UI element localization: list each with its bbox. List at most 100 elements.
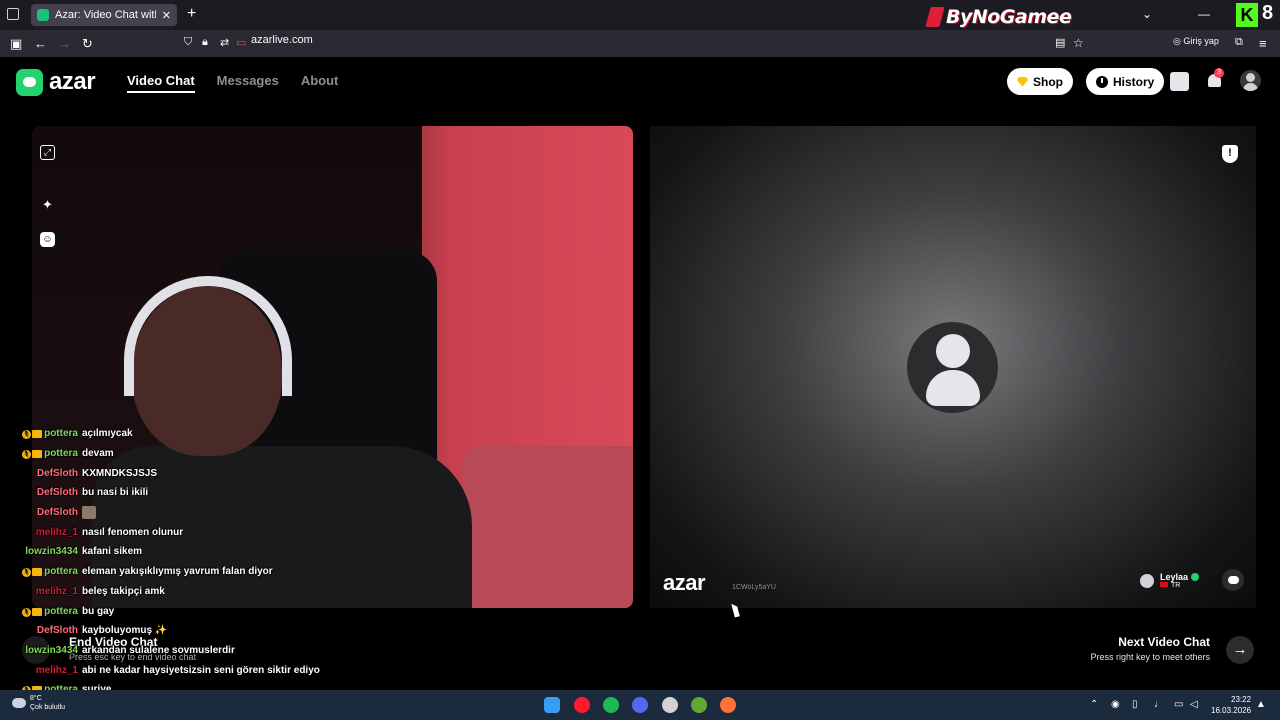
peer-country: TR [1171,582,1181,589]
chat-username-text: DefSloth [36,487,78,499]
reader-view-icon[interactable]: ▤ [1055,36,1065,49]
microphone-icon[interactable]: ♩ [1154,699,1164,710]
azar-logo[interactable]: azar [16,68,96,96]
tray-usb-icon[interactable]: ▯ [1132,699,1138,710]
chat-message: bu gay [82,605,115,617]
lock-icon[interactable]: 🔒︎ [202,36,208,49]
forward-arrow-icon[interactable]: → [58,36,71,51]
chat-username-text: melihz_1 [35,664,78,676]
windows-start-icon[interactable] [544,697,560,713]
history-button[interactable]: History [1086,68,1165,95]
sidebar-toggle-icon[interactable]: ▣ [10,36,22,52]
discord-icon[interactable] [632,697,648,713]
weather-widget[interactable]: 8°C Çok bulutlu [12,694,65,712]
clock-date: 16.03.2026 [1211,706,1252,715]
browser-tab-azar[interactable]: Azar: Video Chat with New ✕ [31,4,177,26]
browser-tab-strip: Azar: Video Chat with New ✕ + ByNoGamee … [0,0,1280,30]
volume-icon[interactable]: ◁ [1190,699,1198,710]
chat-username-text: lowzin3434 [25,644,78,656]
message-button[interactable] [1222,569,1244,591]
new-tab-button[interactable]: + [187,5,196,23]
magic-wand-icon[interactable]: ✦ [40,197,55,212]
network-icon[interactable]: ▭ [1174,699,1183,710]
bookmark-star-icon[interactable]: ☆ [1073,36,1084,50]
chat-username: ! pottera [0,566,82,578]
chat-username: melihz_1 [0,665,82,676]
chat-username-text: pottera [44,428,78,440]
chat-username-text: pottera [44,448,78,460]
chat-username: ! pottera [0,448,82,460]
system-clock[interactable]: 23:22 16.03.2026 [1211,694,1251,716]
shop-label: Shop [1033,74,1063,89]
moderator-badge-icon: ! [22,430,32,440]
subscriber-badge-icon [32,450,43,459]
next-chat-title: Next Video Chat [1118,635,1210,649]
chat-line: lowzin3434 kafani sikem [0,542,360,562]
chat-username-text: melihz_1 [35,585,78,597]
azar-watermark: azar [663,570,706,595]
chat-badges: ! [22,607,43,617]
chat-message: açılmıycak [82,428,133,440]
back-arrow-icon[interactable]: ← [34,36,47,51]
bynogame-mark-icon [925,7,945,27]
nav-video-chat[interactable]: Video Chat [127,73,195,93]
peer-name-row: Leylaa [1160,572,1200,582]
notification-badge: 3 [1214,68,1224,78]
next-arrow-icon[interactable]: → [1226,636,1254,664]
chat-username-text: DefSloth [36,467,78,479]
tab-overflow-chevron-icon[interactable]: ⌄ [1142,7,1152,21]
chat-username-text: pottera [44,566,78,578]
turkey-flag-icon [1160,582,1168,587]
peer-name: Leylaa [1160,572,1189,582]
chat-username: DefSloth [0,468,82,479]
tray-app-icon[interactable]: ◉ [1111,699,1120,710]
chat-message: devam [82,448,114,460]
report-shield-icon[interactable]: ! [1222,145,1238,163]
close-tab-icon[interactable]: ✕ [162,9,171,22]
expand-icon[interactable]: ⤢ [40,145,55,160]
peer-country-row: TR [1160,582,1199,589]
minecraft-icon[interactable] [691,697,707,713]
chat-line: ! pottera bu gay [0,601,360,621]
chat-username: lowzin3434 [0,645,82,656]
nav-about[interactable]: About [301,73,339,93]
bynogame-text-suffix: e [1058,6,1072,28]
bynogame-text: ByNoGame [946,6,1059,28]
bynogame-overlay-logo: ByNoGamee [925,6,1072,28]
chat-line: melihz_1 abi ne kadar haysiyetsizsin seni… [0,660,360,680]
camera-in-use-icon[interactable]: ▭ [236,36,246,49]
azar-favicon-icon [37,9,49,21]
subscriber-badge-icon [32,430,43,439]
cloud-icon [12,698,26,708]
tab-list-icon[interactable] [7,8,19,20]
url-field[interactable]: azarlive.com [251,34,313,46]
next-video-chat-button[interactable]: Next Video Chat Press right key to meet … [1090,635,1210,662]
chatgpt-icon[interactable] [662,697,678,713]
notification-center-icon[interactable]: ▲ [1256,699,1266,710]
peer-user-info[interactable]: Leylaa TR [1140,572,1200,589]
firefox-icon[interactable] [720,697,736,713]
sign-in-button[interactable]: ◎ Giriş yap [1173,36,1219,47]
extensions-icon[interactable]: ⧉ [1235,36,1243,49]
opera-icon[interactable] [574,697,590,713]
chat-username-text: melihz_1 [35,526,78,538]
tray-chevron-icon[interactable]: ⌃ [1090,699,1098,710]
peer-video-view: ! azar 1CWoLy5aYU Leylaa TR [650,126,1256,608]
profile-avatar-icon[interactable] [1240,70,1261,91]
shop-button[interactable]: Shop [1007,68,1073,95]
camera-background-bed [462,446,633,608]
minimize-button[interactable]: — [1198,7,1210,21]
account-icon: ◎ [1173,36,1184,46]
shield-icon[interactable]: ⛉ [184,36,192,49]
spotify-icon[interactable] [603,697,619,713]
reload-icon[interactable]: ↻ [82,36,93,52]
permissions-icon[interactable]: ⇄ [220,36,229,49]
chat-line: lowzin3434 arkandan sulalene sovmuslerdir [0,641,360,661]
inbox-icon[interactable] [1170,72,1189,91]
nav-messages[interactable]: Messages [217,73,279,93]
chat-line: DefSloth [0,503,360,523]
chat-line: ! pottera açılmıycak [0,424,360,444]
chat-message: KXMNDKSJSJS [82,467,158,479]
face-filter-icon[interactable]: ☺ [40,232,55,247]
menu-icon[interactable]: ≡ [1259,36,1267,51]
